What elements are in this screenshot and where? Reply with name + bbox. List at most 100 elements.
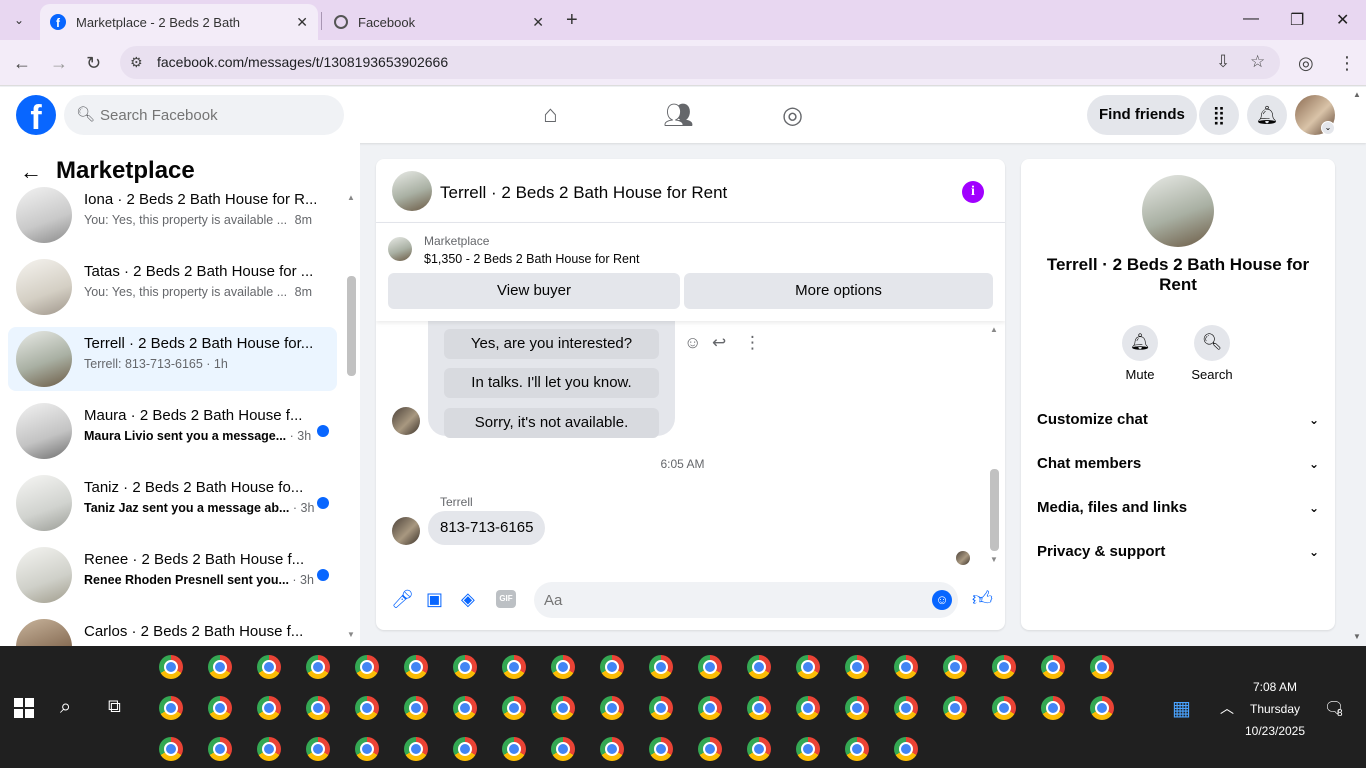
privacy-support-section[interactable]: Privacy & support ⌄ — [1037, 537, 1319, 567]
photo-icon[interactable]: ▣ — [426, 589, 443, 610]
install-app-icon[interactable]: ⇩ — [1216, 52, 1230, 72]
mute-button[interactable]: 🔔︎ Mute — [1110, 325, 1170, 382]
chrome-icon[interactable] — [551, 737, 575, 761]
chrome-icon[interactable] — [992, 696, 1016, 720]
find-friends-button[interactable]: Find friends — [1087, 95, 1197, 135]
view-buyer-button[interactable]: View buyer — [388, 273, 680, 309]
chrome-icon[interactable] — [306, 737, 330, 761]
chrome-icon[interactable] — [404, 655, 428, 679]
menu-kebab-icon[interactable]: ⋮ — [1338, 53, 1356, 74]
chrome-icon[interactable] — [600, 737, 624, 761]
chrome-icon[interactable] — [1090, 696, 1114, 720]
conversation-item[interactable]: Tatas · 2 Beds 2 Bath House for ... You:… — [8, 255, 337, 319]
facebook-search[interactable]: 🔍︎ — [64, 95, 344, 135]
microphone-icon[interactable]: 🎤︎ — [391, 589, 414, 610]
tab-facebook[interactable]: Facebook ✕ — [324, 4, 554, 40]
conversation-item[interactable]: Carlos · 2 Beds 2 Bath House f... — [8, 615, 337, 646]
search-conversation-button[interactable]: 🔍︎ Search — [1182, 325, 1242, 382]
restore-icon[interactable]: ❐ — [1290, 10, 1304, 30]
chrome-icon[interactable] — [845, 737, 869, 761]
customize-chat-section[interactable]: Customize chat ⌄ — [1037, 405, 1319, 435]
chrome-icon[interactable] — [208, 696, 232, 720]
scroll-down-arrow-icon[interactable]: ▼ — [347, 630, 355, 639]
chat-members-section[interactable]: Chat members ⌄ — [1037, 449, 1319, 479]
chrome-icon[interactable] — [796, 655, 820, 679]
task-view-icon[interactable]: ⧉ — [108, 696, 121, 717]
conversation-item[interactable]: Maura · 2 Beds 2 Bath House f... Maura L… — [8, 399, 337, 463]
react-icon[interactable]: ☺ — [684, 333, 701, 353]
back-arrow-icon[interactable]: ← — [20, 159, 42, 185]
notifications-bell-icon[interactable]: 🔔︎ — [1247, 95, 1287, 135]
chevron-down-icon[interactable]: ⌄ — [1321, 121, 1335, 135]
menu-grid-icon[interactable]: ⣿ — [1199, 95, 1239, 135]
reload-icon[interactable]: ↻ — [86, 53, 101, 74]
chrome-icon[interactable] — [747, 737, 771, 761]
chrome-icon[interactable] — [796, 696, 820, 720]
quick-reply[interactable]: Sorry, it's not available. — [444, 408, 659, 438]
minimize-icon[interactable]: — — [1243, 10, 1259, 28]
chrome-icon[interactable] — [992, 655, 1016, 679]
chrome-icon[interactable] — [257, 696, 281, 720]
tab-search-dropdown-icon[interactable]: ⌄ — [6, 8, 32, 32]
chrome-icon[interactable] — [1041, 655, 1065, 679]
new-tab-icon[interactable]: + — [566, 9, 578, 32]
site-info-icon[interactable]: ⚙ — [130, 54, 143, 71]
chrome-icon[interactable] — [698, 737, 722, 761]
chrome-icon[interactable] — [894, 737, 918, 761]
profile-icon[interactable]: ◎ — [1298, 53, 1314, 74]
facebook-logo[interactable]: f — [16, 95, 56, 137]
groups-icon[interactable]: ◎ — [782, 101, 803, 130]
page-scroll-down-icon[interactable]: ▼ — [1353, 632, 1361, 641]
chrome-icon[interactable] — [453, 655, 477, 679]
chrome-icon[interactable] — [355, 737, 379, 761]
chevron-up-icon[interactable]: ︿ — [1220, 698, 1234, 718]
chrome-icon[interactable] — [257, 655, 281, 679]
conversation-item[interactable]: Iona · 2 Beds 2 Bath House for R... You:… — [8, 183, 337, 247]
search-icon[interactable]: ⌕ — [60, 696, 71, 719]
info-icon[interactable]: i — [962, 181, 984, 203]
gif-icon[interactable]: GIF — [496, 590, 516, 608]
chrome-icon[interactable] — [551, 696, 575, 720]
message-bubble[interactable]: 813-713-6165 — [428, 511, 546, 545]
chrome-icon[interactable] — [845, 655, 869, 679]
tab-marketplace[interactable]: f Marketplace - 2 Beds 2 Bath House for … — [40, 4, 318, 40]
chrome-icon[interactable] — [306, 696, 330, 720]
sender-avatar[interactable] — [392, 407, 420, 435]
chrome-icon[interactable] — [502, 696, 526, 720]
chrome-icon[interactable] — [600, 655, 624, 679]
network-app-icon[interactable]: ▦ — [1172, 696, 1191, 721]
back-icon[interactable]: ← — [13, 53, 31, 74]
media-files-links-section[interactable]: Media, files and links ⌄ — [1037, 493, 1319, 523]
omnibox[interactable]: ⚙ facebook.com/messages/t/13081936539026… — [120, 46, 1280, 79]
sidebar-scrollbar[interactable] — [347, 276, 356, 376]
home-icon[interactable]: ⌂ — [543, 101, 558, 129]
chrome-icon[interactable] — [502, 655, 526, 679]
chrome-icon[interactable] — [943, 696, 967, 720]
url-text[interactable]: facebook.com/messages/t/1308193653902666 — [157, 54, 448, 70]
chrome-icon[interactable] — [551, 655, 575, 679]
chrome-icon[interactable] — [698, 696, 722, 720]
chrome-icon[interactable] — [796, 737, 820, 761]
chrome-icon[interactable] — [894, 696, 918, 720]
chat-title[interactable]: Terrell · 2 Beds 2 Bath House for Rent — [440, 183, 727, 203]
windows-start-icon[interactable] — [14, 698, 34, 718]
scroll-up-arrow-icon[interactable]: ▲ — [347, 193, 355, 202]
chrome-icon[interactable] — [502, 737, 526, 761]
message-input-box[interactable]: ☺ — [534, 582, 958, 618]
chrome-icon[interactable] — [649, 696, 673, 720]
info-avatar[interactable] — [1142, 175, 1214, 247]
page-scroll-up-icon[interactable]: ▲ — [1353, 90, 1361, 99]
chrome-icon[interactable] — [355, 696, 379, 720]
bookmark-star-icon[interactable]: ☆ — [1250, 52, 1265, 72]
listing-thumbnail[interactable] — [388, 237, 412, 261]
chrome-icon[interactable] — [453, 696, 477, 720]
chrome-icon[interactable] — [649, 655, 673, 679]
friends-icon[interactable]: 👥︎ — [663, 101, 693, 130]
chrome-icon[interactable] — [894, 655, 918, 679]
message-input[interactable] — [544, 582, 914, 618]
clock[interactable]: 7:08 AM Thursday 10/23/2025 — [1240, 676, 1310, 742]
chrome-icon[interactable] — [404, 737, 428, 761]
chrome-icon[interactable] — [453, 737, 477, 761]
conversation-item[interactable]: Taniz · 2 Beds 2 Bath House fo... Taniz … — [8, 471, 337, 535]
chrome-icon[interactable] — [306, 655, 330, 679]
